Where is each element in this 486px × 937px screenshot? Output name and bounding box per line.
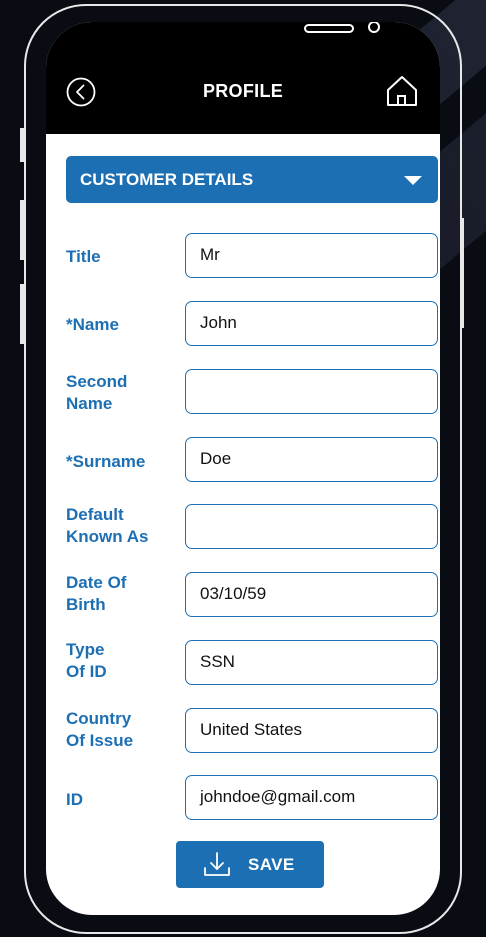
surname-label: *Surname: [66, 452, 146, 471]
known-as-label-line2: Known As: [66, 527, 149, 546]
download-icon: [204, 852, 230, 876]
save-button[interactable]: SAVE: [176, 841, 324, 888]
second-name-label: Second Name: [66, 371, 181, 415]
name-field[interactable]: John: [185, 301, 438, 346]
second-name-field[interactable]: [185, 369, 438, 414]
country-label-line1: Country: [66, 709, 132, 728]
second-name-label-line1: Second: [66, 372, 128, 391]
country-label: Country Of Issue: [66, 708, 181, 752]
camera-icon: [368, 22, 380, 33]
name-label: *Name: [66, 315, 119, 334]
speaker-icon: [304, 24, 354, 33]
known-as-field[interactable]: [185, 504, 438, 549]
phone-notch: [138, 22, 380, 66]
dob-label-line2: Birth: [66, 595, 106, 614]
phone-screen: PROFILE CUSTOMER DETAILS Title Mr *Name …: [46, 22, 440, 915]
side-button: [460, 218, 464, 328]
dob-label: Date Of Birth: [66, 572, 181, 616]
side-button: [20, 200, 24, 260]
id-type-label: Type Of ID: [66, 639, 181, 683]
surname-field[interactable]: Doe: [185, 437, 438, 482]
id-type-field[interactable]: SSN: [185, 640, 438, 685]
page-title: PROFILE: [202, 81, 284, 101]
country-label-line2: Of Issue: [66, 731, 134, 750]
customer-details-dropdown[interactable]: CUSTOMER DETAILS: [66, 156, 438, 203]
title-label: Title: [66, 247, 101, 266]
second-name-label-line2: Name: [66, 394, 113, 413]
known-as-label: Default Known As: [66, 504, 181, 548]
caret-down-icon: [404, 176, 422, 185]
dob-label-line1: Date Of: [66, 573, 127, 592]
id-field[interactable]: johndoe@gmail.com: [185, 775, 438, 820]
section-label: CUSTOMER DETAILS: [80, 170, 254, 189]
home-icon[interactable]: [385, 74, 419, 108]
save-label: SAVE: [248, 855, 295, 874]
country-field[interactable]: United States: [185, 708, 438, 753]
side-button: [20, 284, 24, 344]
dob-field[interactable]: 03/10/59: [185, 572, 438, 617]
id-type-label-line1: Type: [66, 640, 105, 659]
title-field[interactable]: Mr: [185, 233, 438, 278]
side-button: [20, 128, 24, 162]
id-label: ID: [66, 790, 83, 809]
app-header: PROFILE: [46, 22, 440, 134]
known-as-label-line1: Default: [66, 505, 124, 524]
id-type-label-line2: Of ID: [66, 662, 107, 681]
